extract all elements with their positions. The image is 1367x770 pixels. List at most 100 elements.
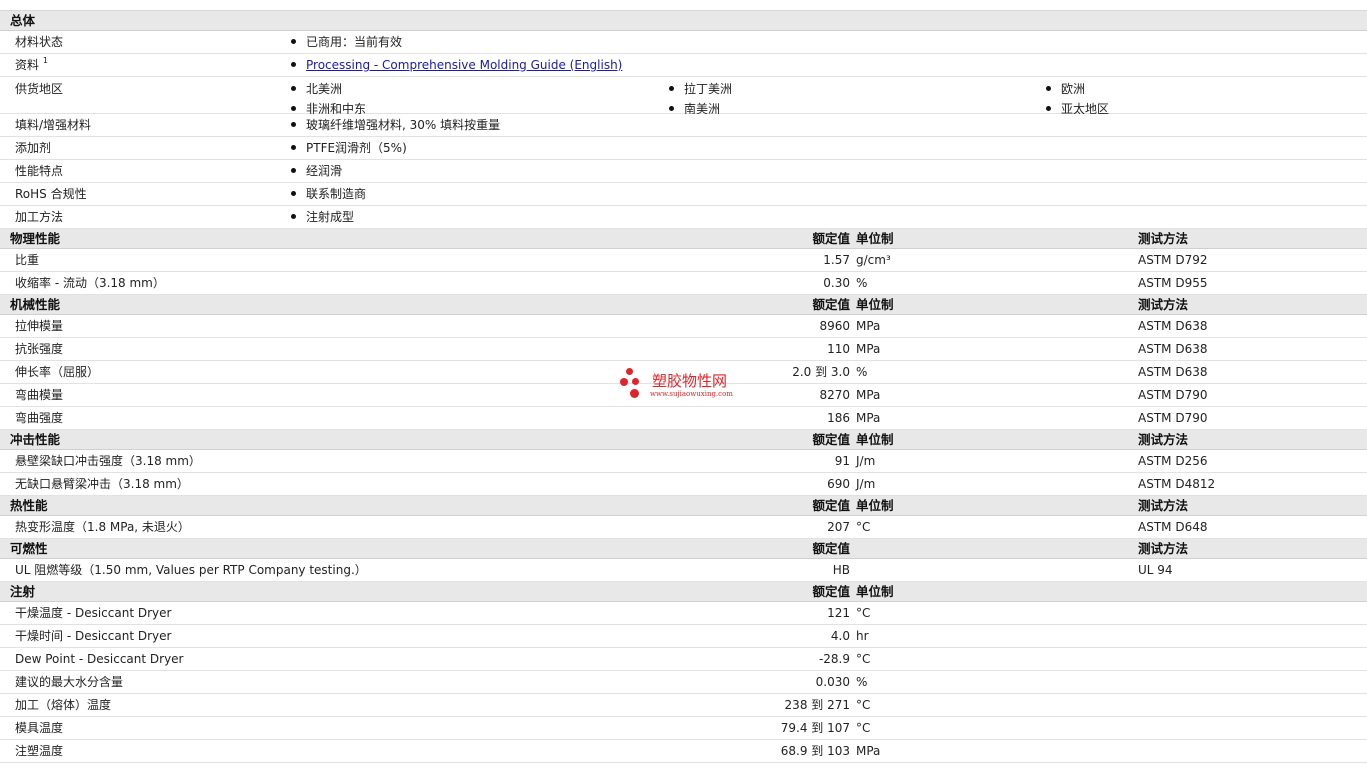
bullet-item: 注射成型	[291, 206, 354, 228]
row-label: 材料状态	[15, 35, 64, 49]
property-value: 121	[827, 606, 850, 620]
section-title: 注射	[10, 584, 36, 599]
property-test-method: ASTM D638	[1138, 365, 1208, 379]
property-label: 干燥温度 - Desiccant Dryer	[15, 606, 172, 620]
bullet-icon	[291, 39, 296, 44]
section-thermal: 热性能 额定值 单位制 测试方法	[0, 496, 1367, 516]
watermark-url: www.sujiaowuxing.com	[650, 390, 733, 398]
injection-rows: 干燥温度 - Desiccant Dryer 121 °C 干燥时间 - Desicc…	[0, 602, 1367, 763]
property-label: 比重	[15, 253, 40, 267]
bullet-icon	[291, 106, 296, 111]
property-unit: °C	[856, 520, 871, 534]
property-label: 建议的最大水分含量	[15, 675, 124, 689]
section-title: 机械性能	[10, 297, 61, 312]
bullet-icon	[291, 168, 296, 173]
section-title: 冲击性能	[10, 432, 61, 447]
property-test-method: ASTM D792	[1138, 253, 1208, 267]
bullet-item: 联系制造商	[291, 183, 366, 205]
bullet-icon	[1046, 86, 1051, 91]
property-row: 建议的最大水分含量 0.030%	[0, 671, 1367, 694]
property-row: 干燥温度 - Desiccant Dryer 121 °C	[0, 602, 1367, 625]
property-value: 68.9 到 103	[780, 744, 850, 758]
header-unit: 单位制	[856, 584, 894, 599]
row-availability: 供货地区 北美洲 拉丁美洲 欧洲 非洲和中东 南美洲 亚太地区	[0, 77, 1367, 116]
property-label: 干燥时间 - Desiccant Dryer	[15, 629, 172, 643]
property-row: 注塑温度 68.9 到 103 MPa	[0, 740, 1367, 763]
property-value: 186	[827, 411, 850, 425]
property-value: HB	[832, 563, 850, 577]
property-label: 收缩率 - 流动（3.18 mm）	[15, 276, 165, 290]
property-unit: MPa	[856, 388, 881, 402]
property-row: UL 阻燃等级（1.50 mm, Values per RTP Company …	[0, 559, 1367, 582]
property-value: 1.57	[823, 253, 850, 267]
property-value: 4.0	[830, 629, 850, 643]
property-unit: %	[856, 365, 868, 379]
property-row: 比重 1.57 g/cm³ ASTM D792	[0, 249, 1367, 272]
header-nominal: 额定值	[812, 498, 850, 513]
property-label: 热变形温度（1.8 MPa, 未退火）	[15, 520, 190, 534]
property-value: 0.30	[823, 276, 850, 290]
property-test-method: ASTM D638	[1138, 342, 1208, 356]
property-row: 抗张强度 110 MPa ASTM D638	[0, 338, 1367, 361]
row-literature: 资料 1 Processing - Comprehensive Molding …	[0, 54, 1367, 77]
property-unit: °C	[856, 698, 871, 712]
row-label: 添加剂	[15, 141, 52, 155]
header-nominal: 额定值	[812, 432, 850, 447]
header-test: 测试方法	[1138, 297, 1189, 312]
property-row: 拉伸模量 8960 MPa ASTM D638	[0, 315, 1367, 338]
property-row: 模具温度 79.4 到 107 °C	[0, 717, 1367, 740]
section-title: 可燃性	[10, 541, 48, 556]
logo-dot-icon	[630, 389, 639, 398]
section-title: 物理性能	[10, 231, 61, 246]
property-label: 无缺口悬臂梁冲击（3.18 mm）	[15, 477, 189, 491]
property-unit: MPa	[856, 411, 881, 425]
logo-dot-icon	[632, 378, 639, 385]
property-value: 8270	[819, 388, 850, 402]
header-nominal: 额定值	[812, 231, 850, 246]
property-unit: MPa	[856, 342, 881, 356]
property-unit: MPa	[856, 319, 881, 333]
section-flammability: 可燃性 额定值 测试方法	[0, 539, 1367, 559]
site-watermark: 塑胶物性网 www.sujiaowuxing.com	[620, 368, 760, 402]
property-test-method: UL 94	[1138, 563, 1173, 577]
property-row: 加工（熔体）温度 238 到 271 °C	[0, 694, 1367, 717]
row-filler: 填料/增强材料 玻璃纤维增强材料, 30% 填料按重量	[0, 114, 1367, 137]
watermark-name: 塑胶物性网	[652, 372, 728, 390]
property-test-method: ASTM D648	[1138, 520, 1208, 534]
property-test-method: ASTM D638	[1138, 319, 1208, 333]
property-value: 2.0 到 3.0	[792, 365, 850, 379]
property-unit: MPa	[856, 744, 881, 758]
header-test: 测试方法	[1138, 498, 1189, 513]
row-processing-method: 加工方法 注射成型	[0, 206, 1367, 229]
row-label: 资料 1	[15, 56, 48, 72]
logo-dot-icon	[620, 378, 628, 386]
section-general: 总体	[0, 11, 1367, 31]
header-test: 测试方法	[1138, 432, 1189, 447]
bullet-item: 经润滑	[291, 160, 342, 182]
property-label: 拉伸模量	[15, 319, 64, 333]
property-test-method: ASTM D790	[1138, 411, 1208, 425]
property-label: 弯曲强度	[15, 411, 64, 425]
property-label: Dew Point - Desiccant Dryer	[15, 652, 184, 666]
property-unit: hr	[856, 629, 869, 643]
property-unit: °C	[856, 652, 871, 666]
header-nominal: 额定值	[812, 297, 850, 312]
bullet-icon	[291, 214, 296, 219]
bullet-icon	[1046, 106, 1051, 111]
property-label: 模具温度	[15, 721, 64, 735]
property-row: 热变形温度（1.8 MPa, 未退火） 207 °C ASTM D648	[0, 516, 1367, 539]
processing-guide-link[interactable]: Processing - Comprehensive Molding Guide…	[306, 58, 622, 72]
property-label: UL 阻燃等级（1.50 mm, Values per RTP Company …	[15, 563, 367, 577]
region-item: 欧洲	[1046, 79, 1085, 99]
header-nominal: 额定值	[812, 584, 850, 599]
property-value: 110	[827, 342, 850, 356]
header-unit: 单位制	[856, 498, 894, 513]
header-nominal: 额定值	[812, 541, 850, 556]
flammability-rows: UL 阻燃等级（1.50 mm, Values per RTP Company …	[0, 559, 1367, 582]
bullet-icon	[669, 106, 674, 111]
property-value: 79.4 到 107	[780, 721, 850, 735]
property-row: 无缺口悬臂梁冲击（3.18 mm） 690 J/m ASTM D4812	[0, 473, 1367, 496]
property-row: 弯曲强度 186 MPa ASTM D790	[0, 407, 1367, 430]
property-value: 0.030	[815, 675, 850, 689]
bullet-icon	[291, 122, 296, 127]
